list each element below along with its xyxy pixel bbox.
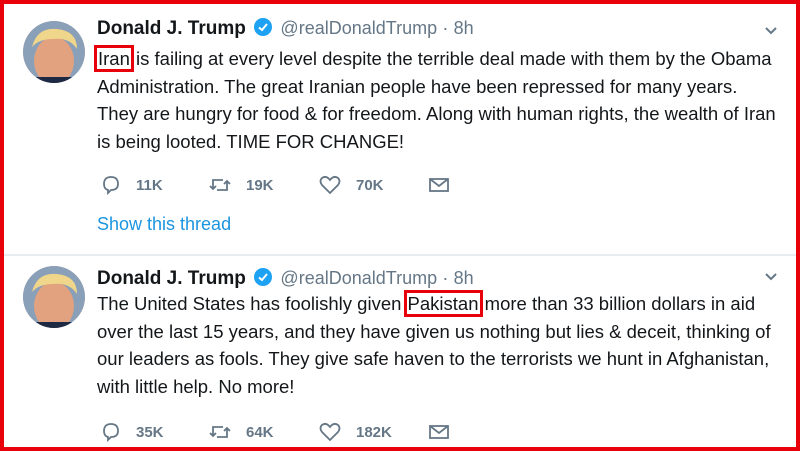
chevron-down-icon[interactable] (764, 24, 778, 38)
author-name[interactable]: Donald J. Trump (97, 18, 246, 39)
timestamp[interactable]: 8h (454, 268, 474, 288)
like-button[interactable]: 182K (318, 420, 392, 444)
heart-icon (319, 422, 341, 442)
verified-badge-icon (254, 268, 273, 286)
verified-badge-icon (254, 18, 273, 36)
retweet-icon (209, 426, 231, 438)
tweet-header: Donald J. Trump @realDonaldTrump · 8h (97, 16, 474, 40)
envelope-icon (429, 425, 449, 439)
reply-icon (103, 423, 119, 443)
envelope-icon (429, 178, 449, 192)
tweet-header: Donald J. Trump @realDonaldTrump · 8h (97, 266, 474, 290)
tweet-text-before: The United States has foolishly given (97, 293, 407, 314)
separator: · (442, 18, 449, 38)
tweet-actions: 11K 19K 70K (100, 173, 520, 197)
show-thread-link[interactable]: Show this thread (97, 214, 231, 235)
like-count: 182K (356, 423, 392, 441)
reply-count: 35K (136, 423, 164, 441)
author-handle[interactable]: @realDonaldTrump (280, 268, 437, 288)
timestamp[interactable]: 8h (454, 18, 474, 38)
retweet-count: 19K (246, 176, 274, 194)
heart-icon (319, 175, 341, 195)
tweet-text-after: is failing at every level despite the te… (97, 48, 776, 152)
avatar-image (23, 21, 85, 83)
reply-icon (103, 176, 119, 196)
message-button[interactable] (428, 420, 450, 444)
tweet-divider (4, 254, 796, 255)
tweet-text: The United States has foolishly given Pa… (97, 290, 777, 400)
author-name[interactable]: Donald J. Trump (97, 268, 246, 289)
author-handle[interactable]: @realDonaldTrump (280, 18, 437, 38)
retweet-count: 64K (246, 423, 274, 441)
retweet-button[interactable]: 64K (208, 420, 274, 444)
like-count: 70K (356, 176, 384, 194)
avatar[interactable] (23, 266, 85, 328)
highlighted-word: Pakistan (403, 290, 483, 317)
avatar-image (23, 266, 85, 328)
retweet-icon (209, 179, 231, 191)
highlighted-word: Iran (94, 45, 134, 72)
reply-count: 11K (136, 176, 163, 194)
like-button[interactable]: 70K (318, 173, 384, 197)
tweet-text: Iran is failing at every level despite t… (94, 45, 777, 155)
reply-button[interactable]: 35K (100, 420, 164, 444)
tweet-actions: 35K 64K 182K (100, 420, 520, 444)
avatar[interactable] (23, 21, 85, 83)
reply-button[interactable]: 11K (100, 173, 163, 197)
message-button[interactable] (428, 173, 450, 197)
retweet-button[interactable]: 19K (208, 173, 274, 197)
separator: · (442, 268, 449, 288)
chevron-down-icon[interactable] (764, 270, 778, 284)
